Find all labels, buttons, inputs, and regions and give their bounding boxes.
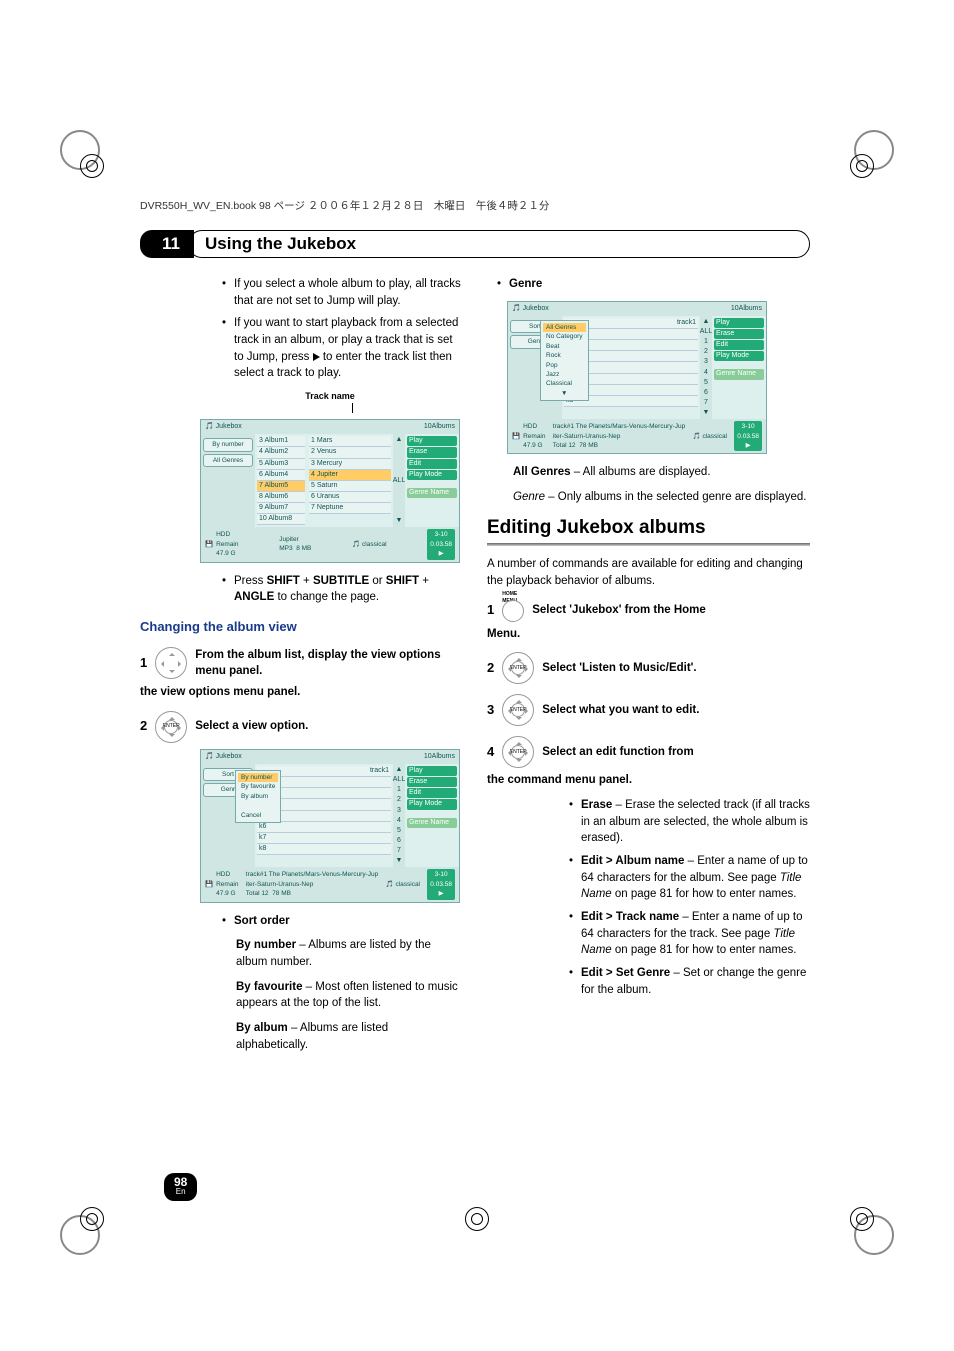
chapter-title: Using the Jukebox bbox=[205, 234, 356, 254]
edit-step-4-cont: the command menu panel. bbox=[487, 772, 810, 789]
track-list: 1 Mars 2 Venus 3 Mercury 4 Jupiter 5 Sat… bbox=[307, 434, 393, 527]
step-1: 1 From the album list, display the view … bbox=[140, 647, 463, 680]
album-list: 3 Album1 4 Album2 5 Album3 6 Album4 7 Al… bbox=[255, 434, 307, 527]
bullet: If you want to start playback from a sel… bbox=[224, 315, 463, 382]
all-genres-desc: All Genres – All albums are displayed. bbox=[487, 464, 810, 481]
hdd-icon: 💾 bbox=[205, 540, 213, 549]
registration-mark bbox=[465, 1207, 489, 1231]
chapter-header: 11 Using the Jukebox bbox=[140, 230, 810, 258]
subhead-changing-view: Changing the album view bbox=[140, 618, 463, 637]
dpad-enter-icon: ENTER bbox=[502, 694, 534, 726]
window-title: 🎵 Jukebox bbox=[205, 422, 242, 432]
window-title: 🎵 Jukebox bbox=[205, 752, 242, 762]
sort-order-head: Sort order bbox=[224, 913, 463, 930]
jukebox-screenshot-genre: 🎵 Jukebox 10Albums Sort Genr track1 k2 k… bbox=[507, 301, 767, 455]
edit-step-4: 4 ENTER Select an edit function from bbox=[487, 736, 810, 768]
rule bbox=[487, 543, 810, 546]
step-1-cont: the view options menu panel. bbox=[140, 684, 463, 701]
registration-mark bbox=[850, 1207, 874, 1231]
sort-popup: By number By favourite By album Cancel bbox=[235, 770, 281, 823]
dpad-enter-icon: ENTER bbox=[155, 711, 187, 743]
jukebox-screenshot-tracks: 🎵 Jukebox 10Albums By number All Genres … bbox=[200, 419, 460, 563]
page-number: 98 En bbox=[164, 1173, 197, 1201]
registration-mark bbox=[850, 154, 874, 178]
by-album: By album – Albums are listed alphabetica… bbox=[140, 1020, 463, 1053]
genre-popup: All Genres No Category Beat Rock Pop Jaz… bbox=[540, 320, 589, 401]
dpad-right-icon bbox=[155, 647, 187, 679]
album-count: 10Albums bbox=[424, 422, 455, 432]
command-panel: Play Erase Edit Play Mode Genre Name bbox=[405, 434, 459, 527]
genre-desc: Genre – Only albums in the selected genr… bbox=[487, 489, 810, 506]
edit-step-1: 1 HOME MENU Select 'Jukebox' from the Ho… bbox=[487, 600, 810, 622]
press-note: Press SHIFT + SUBTITLE or SHIFT + ANGLE … bbox=[140, 573, 463, 606]
arrow-right-icon bbox=[313, 353, 320, 361]
jukebox-screenshot-sort: 🎵 Jukebox 10Albums Sort Genr track1 k2 k… bbox=[200, 749, 460, 903]
dpad-enter-icon: ENTER bbox=[502, 652, 534, 684]
track-name-label: Track name bbox=[200, 390, 460, 413]
chapter-number: 11 bbox=[140, 230, 194, 258]
editing-intro: A number of commands are available for e… bbox=[487, 556, 810, 589]
by-favourite: By favourite – Most often listened to mu… bbox=[140, 979, 463, 1012]
genre-head: Genre bbox=[499, 276, 810, 293]
scroll-indicator: ▲ALL▼ bbox=[393, 434, 405, 527]
leader-line bbox=[352, 403, 353, 413]
bullet: If you select a whole album to play, all… bbox=[224, 276, 463, 309]
dpad-enter-icon: ENTER bbox=[502, 736, 534, 768]
step-2: 2 ENTER Select a view option. bbox=[140, 711, 463, 743]
edit-commands: Erase – Erase the selected track (if all… bbox=[487, 797, 810, 998]
filter-all-genres: All Genres bbox=[203, 454, 253, 467]
book-header: DVR550H_WV_EN.book 98 ページ ２００６年１２月２８日 木曜… bbox=[140, 198, 549, 213]
edit-step-3: 3 ENTER Select what you want to edit. bbox=[487, 694, 810, 726]
intro-bullets: If you select a whole album to play, all… bbox=[140, 276, 463, 382]
registration-mark bbox=[80, 1207, 104, 1231]
sort-by-number: By number bbox=[203, 438, 253, 451]
h2-editing: Editing Jukebox albums bbox=[487, 514, 810, 542]
edit-step-1-cont: Menu. bbox=[487, 626, 810, 643]
edit-step-2: 2 ENTER Select 'Listen to Music/Edit'. bbox=[487, 652, 810, 684]
home-menu-icon bbox=[502, 600, 524, 622]
by-number: By number – Albums are listed by the alb… bbox=[140, 937, 463, 970]
registration-mark bbox=[80, 154, 104, 178]
